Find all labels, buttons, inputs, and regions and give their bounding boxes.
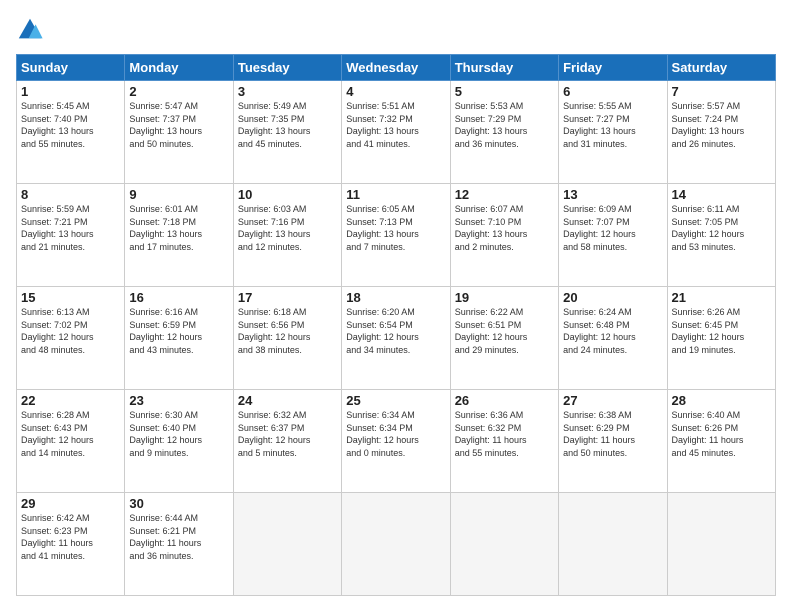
- calendar: SundayMondayTuesdayWednesdayThursdayFrid…: [16, 54, 776, 596]
- calendar-day: 25Sunrise: 6:34 AM Sunset: 6:34 PM Dayli…: [342, 390, 450, 493]
- weekday-header: Sunday: [17, 55, 125, 81]
- calendar-day: 29Sunrise: 6:42 AM Sunset: 6:23 PM Dayli…: [17, 493, 125, 596]
- page: SundayMondayTuesdayWednesdayThursdayFrid…: [0, 0, 792, 612]
- calendar-week-row: 22Sunrise: 6:28 AM Sunset: 6:43 PM Dayli…: [17, 390, 776, 493]
- weekday-header: Tuesday: [233, 55, 341, 81]
- calendar-day: 16Sunrise: 6:16 AM Sunset: 6:59 PM Dayli…: [125, 287, 233, 390]
- calendar-day: [450, 493, 558, 596]
- calendar-day: 6Sunrise: 5:55 AM Sunset: 7:27 PM Daylig…: [559, 81, 667, 184]
- calendar-day: 3Sunrise: 5:49 AM Sunset: 7:35 PM Daylig…: [233, 81, 341, 184]
- header: [16, 16, 776, 44]
- calendar-day: 14Sunrise: 6:11 AM Sunset: 7:05 PM Dayli…: [667, 184, 775, 287]
- calendar-day: 4Sunrise: 5:51 AM Sunset: 7:32 PM Daylig…: [342, 81, 450, 184]
- logo: [16, 16, 48, 44]
- calendar-day: 11Sunrise: 6:05 AM Sunset: 7:13 PM Dayli…: [342, 184, 450, 287]
- calendar-day: 24Sunrise: 6:32 AM Sunset: 6:37 PM Dayli…: [233, 390, 341, 493]
- calendar-day: 26Sunrise: 6:36 AM Sunset: 6:32 PM Dayli…: [450, 390, 558, 493]
- calendar-week-row: 29Sunrise: 6:42 AM Sunset: 6:23 PM Dayli…: [17, 493, 776, 596]
- calendar-day: 30Sunrise: 6:44 AM Sunset: 6:21 PM Dayli…: [125, 493, 233, 596]
- calendar-day: [342, 493, 450, 596]
- weekday-header: Monday: [125, 55, 233, 81]
- calendar-day: 18Sunrise: 6:20 AM Sunset: 6:54 PM Dayli…: [342, 287, 450, 390]
- calendar-week-row: 15Sunrise: 6:13 AM Sunset: 7:02 PM Dayli…: [17, 287, 776, 390]
- calendar-day: 28Sunrise: 6:40 AM Sunset: 6:26 PM Dayli…: [667, 390, 775, 493]
- calendar-day: [559, 493, 667, 596]
- calendar-day: 17Sunrise: 6:18 AM Sunset: 6:56 PM Dayli…: [233, 287, 341, 390]
- calendar-day: 2Sunrise: 5:47 AM Sunset: 7:37 PM Daylig…: [125, 81, 233, 184]
- calendar-day: 7Sunrise: 5:57 AM Sunset: 7:24 PM Daylig…: [667, 81, 775, 184]
- calendar-day: [667, 493, 775, 596]
- calendar-week-row: 1Sunrise: 5:45 AM Sunset: 7:40 PM Daylig…: [17, 81, 776, 184]
- weekday-header: Friday: [559, 55, 667, 81]
- calendar-day: 23Sunrise: 6:30 AM Sunset: 6:40 PM Dayli…: [125, 390, 233, 493]
- weekday-header: Saturday: [667, 55, 775, 81]
- weekday-header: Wednesday: [342, 55, 450, 81]
- weekday-header: Thursday: [450, 55, 558, 81]
- calendar-day: 8Sunrise: 5:59 AM Sunset: 7:21 PM Daylig…: [17, 184, 125, 287]
- calendar-day: 21Sunrise: 6:26 AM Sunset: 6:45 PM Dayli…: [667, 287, 775, 390]
- calendar-day: 27Sunrise: 6:38 AM Sunset: 6:29 PM Dayli…: [559, 390, 667, 493]
- calendar-day: 1Sunrise: 5:45 AM Sunset: 7:40 PM Daylig…: [17, 81, 125, 184]
- calendar-day: 9Sunrise: 6:01 AM Sunset: 7:18 PM Daylig…: [125, 184, 233, 287]
- calendar-day: 20Sunrise: 6:24 AM Sunset: 6:48 PM Dayli…: [559, 287, 667, 390]
- calendar-day: 12Sunrise: 6:07 AM Sunset: 7:10 PM Dayli…: [450, 184, 558, 287]
- calendar-day: 15Sunrise: 6:13 AM Sunset: 7:02 PM Dayli…: [17, 287, 125, 390]
- calendar-day: 5Sunrise: 5:53 AM Sunset: 7:29 PM Daylig…: [450, 81, 558, 184]
- calendar-day: 19Sunrise: 6:22 AM Sunset: 6:51 PM Dayli…: [450, 287, 558, 390]
- calendar-week-row: 8Sunrise: 5:59 AM Sunset: 7:21 PM Daylig…: [17, 184, 776, 287]
- calendar-day: 13Sunrise: 6:09 AM Sunset: 7:07 PM Dayli…: [559, 184, 667, 287]
- calendar-day: 10Sunrise: 6:03 AM Sunset: 7:16 PM Dayli…: [233, 184, 341, 287]
- calendar-header-row: SundayMondayTuesdayWednesdayThursdayFrid…: [17, 55, 776, 81]
- logo-icon: [16, 16, 44, 44]
- calendar-day: 22Sunrise: 6:28 AM Sunset: 6:43 PM Dayli…: [17, 390, 125, 493]
- calendar-day: [233, 493, 341, 596]
